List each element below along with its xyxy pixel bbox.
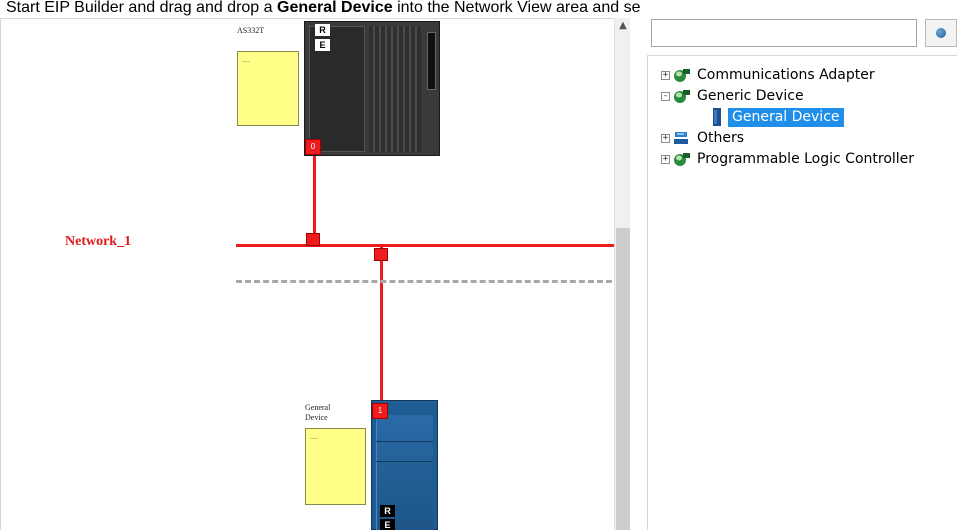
drop-zone-divider [236, 280, 612, 283]
globe-network-icon [674, 69, 690, 82]
scroll-thumb[interactable] [616, 228, 630, 530]
plc-tag-e: E [315, 39, 330, 51]
general-device-name-label: General Device [305, 403, 330, 423]
globe-network-icon [674, 90, 690, 103]
general-device[interactable]: R E [371, 400, 438, 530]
instruction-text: Start EIP Builder and drag and drop a Ge… [6, 0, 957, 18]
instruction-bold: General Device [277, 0, 393, 16]
network-view-scrollbar[interactable]: ▲ [614, 18, 630, 530]
device-catalog-tree: + Communications Adapter - Generic Devic… [647, 55, 957, 530]
plc-name-label: AS332T [237, 26, 265, 35]
general-device-comment-text: .... [310, 434, 318, 441]
tree-item-label: Others [697, 130, 745, 146]
tree-item-label: Programmable Logic Controller [697, 151, 915, 167]
tree-item-label-selected: General Device [728, 108, 844, 127]
tree-item-label: Communications Adapter [697, 67, 875, 83]
bus-junction-device[interactable] [374, 248, 388, 261]
instruction-suffix: into the Network View area and se [392, 0, 641, 16]
plc-tag-r: R [315, 24, 330, 36]
device-search-input[interactable] [651, 19, 917, 47]
tree-item-label: Generic Device [697, 88, 804, 104]
plc-comment-box[interactable]: .... [237, 51, 299, 126]
others-icon [674, 132, 688, 144]
bus-junction-plc[interactable] [306, 233, 320, 246]
scroll-up-arrow-icon[interactable]: ▲ [615, 18, 631, 34]
expand-icon[interactable]: + [661, 134, 670, 143]
general-device-name-line2: Device [305, 413, 328, 422]
plc-node-number[interactable]: 0 [305, 139, 321, 155]
general-device-tag-e: E [380, 519, 395, 530]
network-label[interactable]: Network_1 [65, 234, 131, 250]
general-device-comment-box[interactable]: .... [305, 428, 366, 505]
general-device-node-number[interactable]: 1 [372, 403, 388, 419]
expand-icon[interactable]: + [661, 71, 670, 80]
plc-device[interactable]: R E [304, 21, 440, 156]
general-device-name-line1: General [305, 403, 331, 412]
plc-comment-text: .... [242, 57, 250, 64]
search-button[interactable] [925, 19, 957, 47]
instruction-prefix: Start EIP Builder and drag and drop a [6, 0, 277, 16]
network-bus-line [236, 244, 614, 247]
collapse-icon[interactable]: - [661, 92, 670, 101]
plc-port-bar [427, 32, 436, 90]
device-drop-line [380, 247, 383, 403]
device-module-icon [713, 108, 721, 126]
plc-drop-line [313, 154, 316, 244]
globe-network-icon [674, 153, 690, 166]
search-icon [936, 28, 946, 38]
general-device-tag-r: R [380, 505, 395, 517]
expand-icon[interactable]: + [661, 155, 670, 164]
